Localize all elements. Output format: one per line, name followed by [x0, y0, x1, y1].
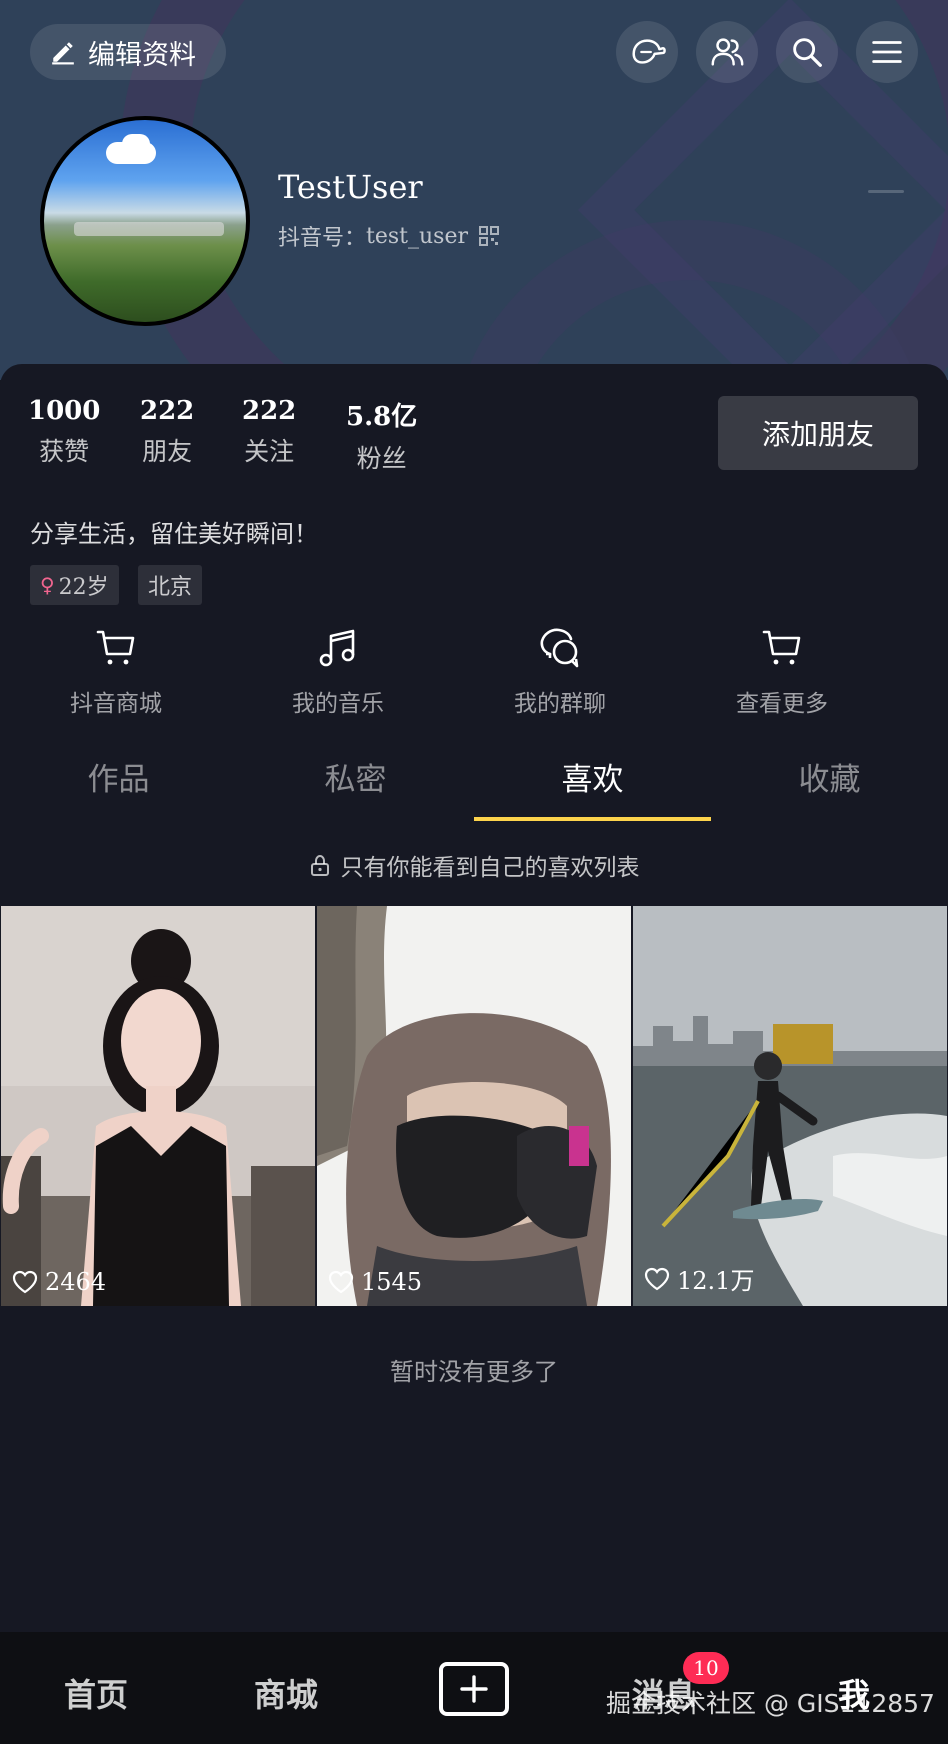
profile-panel: 1000 获赞 222 朋友 222 关注 5.8亿 粉丝 添加朋友 分享生活，…	[0, 364, 948, 1744]
add-friend-button[interactable]: 添加朋友	[718, 396, 918, 470]
watermark-text: 掘金技术社区 @ GIS112857	[606, 1689, 935, 1718]
stat-number: 222	[242, 396, 297, 426]
age-tag: ♀ 22岁	[30, 565, 119, 605]
cart-icon	[762, 630, 801, 665]
tab-works[interactable]: 作品	[0, 754, 237, 799]
video-likes: 2464	[11, 1268, 106, 1296]
video-likes: 1545	[327, 1268, 422, 1296]
friends-button[interactable]	[696, 21, 758, 83]
nav-home[interactable]: 首页	[64, 1670, 128, 1716]
search-icon	[793, 38, 822, 67]
stat-following[interactable]: 222 关注	[242, 396, 296, 468]
stat-number: 1000	[28, 396, 101, 426]
female-icon: ♀	[40, 573, 55, 597]
tab-private[interactable]: 私密	[237, 754, 474, 799]
stat-friends[interactable]: 222 朋友	[140, 396, 194, 468]
message-badge: 10	[683, 1652, 729, 1684]
nav-mall[interactable]: 商城	[254, 1670, 318, 1716]
shortcut-mall[interactable]: 抖音商城	[46, 624, 186, 718]
create-button[interactable]	[439, 1662, 509, 1716]
people-icon	[711, 38, 744, 66]
bottom-navigation: 首页 商城 消息 10 我 掘金技术社区 @ GIS112857	[0, 1632, 948, 1744]
stat-followers[interactable]: 5.8亿 粉丝	[346, 396, 417, 475]
video-image	[317, 906, 631, 1306]
edit-profile-button[interactable]: 编辑资料	[30, 24, 226, 80]
cart-icon	[96, 630, 135, 665]
profile-header: 编辑资料 TestUser 抖音号： test_user	[0, 0, 948, 380]
tab-favorites[interactable]: 收藏	[711, 754, 948, 799]
heart-icon	[12, 1270, 38, 1294]
likes-count: 1545	[361, 1268, 423, 1296]
douyin-id[interactable]: 抖音号： test_user	[278, 220, 500, 252]
end-of-list-text: 暂时没有更多了	[390, 1358, 558, 1386]
shortcut-music[interactable]: 我的音乐	[268, 624, 408, 718]
video-thumbnail[interactable]: 2464	[1, 906, 315, 1306]
shortcut-label: 我的群聊	[514, 691, 606, 717]
menu-button[interactable]	[856, 21, 918, 83]
stat-label: 粉丝	[356, 444, 407, 473]
qr-code-icon[interactable]	[478, 225, 500, 247]
header-divider	[868, 190, 904, 193]
douyin-id-label: 抖音号：	[278, 226, 367, 251]
avatar-cloud	[122, 134, 150, 154]
music-icon	[319, 629, 355, 667]
stat-likes[interactable]: 1000 获赞	[28, 396, 100, 468]
tab-likes[interactable]: 喜欢	[474, 754, 711, 799]
stat-number: 222	[140, 396, 195, 426]
footprint-icon	[632, 39, 666, 64]
shortcut-label: 抖音商城	[70, 691, 162, 717]
hamburger-menu-icon	[872, 41, 902, 63]
stat-label: 朋友	[142, 437, 193, 466]
stat-label: 获赞	[39, 437, 90, 466]
age-label: 22岁	[58, 575, 109, 600]
plus-icon	[460, 1675, 488, 1703]
douyin-id-value: test_user	[366, 223, 469, 249]
shortcut-group-chat[interactable]: 我的群聊	[490, 624, 630, 718]
private-notice-text: 只有你能看到自己的喜欢列表	[340, 855, 640, 881]
avatar-town	[74, 222, 224, 236]
search-button[interactable]	[776, 21, 838, 83]
stat-label: 关注	[244, 437, 295, 466]
bio-text: 分享生活，留住美好瞬间！	[30, 520, 318, 548]
group-chat-icon	[540, 628, 579, 668]
video-likes: 12.1万	[643, 1261, 754, 1296]
private-notice: 只有你能看到自己的喜欢列表	[0, 848, 948, 882]
shortcut-label: 我的音乐	[292, 691, 384, 717]
shortcut-more[interactable]: 查看更多	[712, 624, 852, 718]
video-image	[1, 906, 315, 1306]
likes-count: 12.1万	[677, 1267, 755, 1295]
tab-indicator	[474, 817, 711, 821]
visitor-button[interactable]	[616, 21, 678, 83]
video-thumbnail[interactable]: 1545	[317, 906, 631, 1306]
heart-icon	[644, 1267, 670, 1290]
video-thumbnail[interactable]: 12.1万	[633, 906, 947, 1306]
pencil-icon	[52, 42, 74, 65]
heart-icon	[328, 1270, 354, 1294]
stat-number: 5.8亿	[346, 402, 418, 432]
likes-count: 2464	[45, 1268, 107, 1296]
video-image	[633, 906, 947, 1306]
lock-icon	[310, 854, 329, 876]
city-tag: 北京	[138, 565, 203, 605]
avatar[interactable]	[40, 116, 250, 326]
username: TestUser	[278, 168, 423, 206]
edit-profile-label: 编辑资料	[88, 39, 196, 71]
shortcut-label: 查看更多	[736, 691, 828, 717]
city-label: 北京	[148, 575, 193, 600]
